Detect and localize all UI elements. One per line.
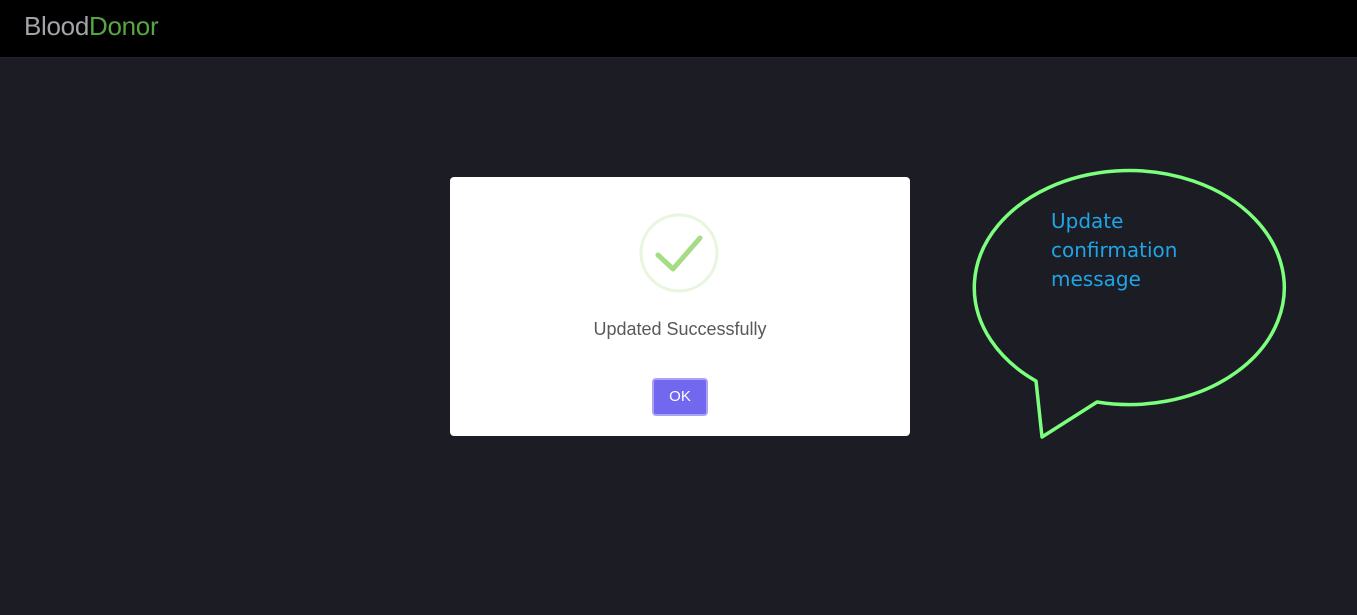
- brand-logo-link[interactable]: BloodDonor: [24, 10, 159, 42]
- ok-button[interactable]: OK: [652, 378, 708, 416]
- success-check-icon: [639, 213, 719, 293]
- success-dialog: Updated Successfully OK: [450, 177, 910, 436]
- annotation-line: Update: [1051, 209, 1124, 233]
- annotation-line: confirmation: [1051, 238, 1178, 262]
- dialog-title: Updated Successfully: [593, 319, 767, 339]
- brand-donor-text: Donor: [89, 11, 159, 41]
- top-navbar: BloodDonor: [0, 0, 1357, 58]
- brand-blood-text: Blood: [24, 11, 89, 41]
- annotation-line: message: [1051, 267, 1141, 291]
- speech-bubble-annotation: [972, 168, 1287, 439]
- annotation-text: Update confirmation message: [1051, 207, 1241, 294]
